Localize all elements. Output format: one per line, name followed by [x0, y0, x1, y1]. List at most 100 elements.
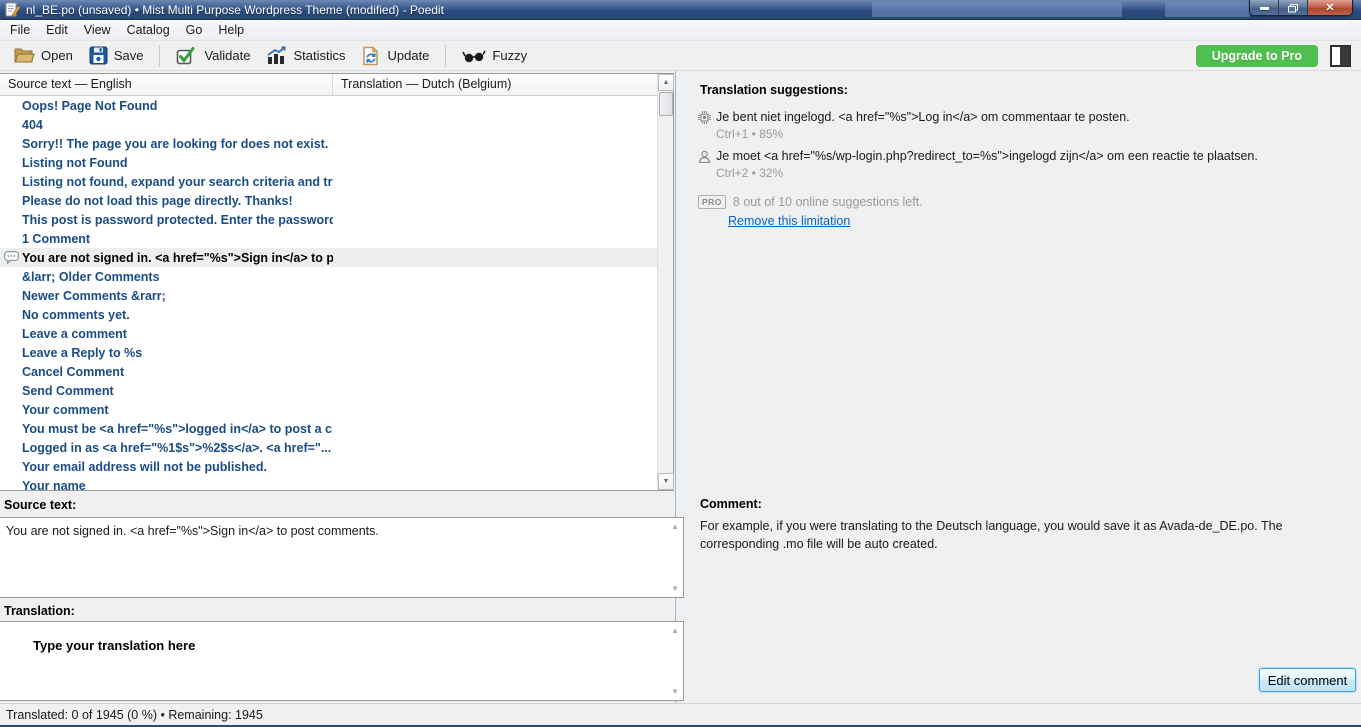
translation-input[interactable]: Type your translation here ▲ ▼ — [0, 621, 684, 701]
list-item[interactable]: Leave a comment — [0, 324, 657, 343]
source-text-cell: Please do not load this page directly. T… — [22, 194, 333, 208]
list-item[interactable]: 1 Comment — [0, 229, 657, 248]
scroll-up-icon[interactable]: ▲ — [658, 74, 674, 91]
open-folder-icon — [14, 46, 35, 65]
menu-catalog[interactable]: Catalog — [119, 21, 178, 39]
upgrade-to-pro-button[interactable]: Upgrade to Pro — [1196, 45, 1318, 67]
restore-icon — [1288, 4, 1298, 13]
statistics-chart-icon — [266, 46, 287, 65]
list-item[interactable]: This post is password protected. Enter t… — [0, 210, 657, 229]
source-text-cell: You must be <a href="%s">logged in</a> t… — [22, 422, 333, 436]
source-text-cell: Your comment — [22, 403, 333, 417]
list-item[interactable]: Cancel Comment — [0, 362, 657, 381]
list-item[interactable]: Your name — [0, 476, 657, 490]
suggestion-item[interactable]: Je bent niet ingelogd. <a href="%s">Log … — [698, 110, 1349, 141]
toolbar-separator — [445, 45, 446, 67]
translation-placeholder: Type your translation here — [0, 622, 683, 653]
menu-file[interactable]: File — [2, 21, 38, 39]
column-header-source[interactable]: Source text — English — [0, 74, 333, 95]
menu-help[interactable]: Help — [210, 21, 252, 39]
tool-bar: Open Save Validate Statistics — [0, 41, 1361, 71]
sidebar-panel: Translation suggestions: Je bent niet in… — [676, 71, 1361, 703]
remove-limitation-link[interactable]: Remove this limitation — [728, 214, 850, 228]
statistics-button[interactable]: Statistics — [258, 43, 353, 68]
source-text-cell: Oops! Page Not Found — [22, 99, 333, 113]
source-text-cell: Newer Comments &rarr; — [22, 289, 333, 303]
list-header: Source text — English Translation — Dutc… — [0, 74, 657, 96]
list-item[interactable]: Oops! Page Not Found — [0, 96, 657, 115]
restore-button[interactable] — [1279, 0, 1308, 16]
comment-text: For example, if you were translating to … — [700, 517, 1352, 553]
scroll-up-icon[interactable]: ▲ — [671, 522, 679, 531]
source-text-cell: You are not signed in. <a href="%s">Sign… — [22, 251, 333, 265]
scrollbar-thumb[interactable] — [659, 92, 673, 116]
suggestion-shortcut: Ctrl+2 • 32% — [716, 166, 1349, 180]
list-item[interactable]: Send Comment — [0, 381, 657, 400]
list-item[interactable]: Logged in as <a href="%1$s">%2$s</a>. <a… — [0, 438, 657, 457]
status-bar: Translated: 0 of 1945 (0 %) • Remaining:… — [0, 703, 1361, 725]
menu-go[interactable]: Go — [178, 21, 211, 39]
toolbar-separator — [159, 45, 160, 67]
pro-limit-row: PRO 8 out of 10 online suggestions left. — [698, 195, 923, 209]
list-item[interactable]: Newer Comments &rarr; — [0, 286, 657, 305]
update-button[interactable]: Update — [353, 43, 437, 69]
scroll-down-icon[interactable]: ▼ — [671, 687, 679, 696]
validate-button[interactable]: Validate — [168, 43, 258, 69]
column-header-translation[interactable]: Translation — Dutch (Belgium) — [333, 74, 657, 95]
suggestion-item[interactable]: Je moet <a href="%s/wp-login.php?redirec… — [698, 149, 1349, 180]
source-text-cell: Cancel Comment — [22, 365, 333, 379]
pro-badge: PRO — [698, 195, 726, 209]
translation-label: Translation: — [4, 604, 75, 618]
sidebar-toggle-icon[interactable] — [1330, 45, 1351, 67]
list-item[interactable]: Please do not load this page directly. T… — [0, 191, 657, 210]
machine-translation-icon — [698, 111, 711, 127]
menu-view[interactable]: View — [76, 21, 119, 39]
background-window-artifact — [872, 2, 1122, 17]
update-refresh-icon — [361, 46, 381, 66]
save-button[interactable]: Save — [81, 43, 152, 68]
list-item[interactable]: Sorry!! The page you are looking for doe… — [0, 134, 657, 153]
minimize-button[interactable] — [1250, 0, 1279, 16]
list-item[interactable]: You are not signed in. <a href="%s">Sign… — [0, 248, 657, 267]
toolbar-right-group: Upgrade to Pro — [1196, 41, 1351, 71]
suggestion-text: Je bent niet ingelogd. <a href="%s">Log … — [716, 110, 1349, 124]
validate-check-icon — [176, 46, 198, 66]
fuzzy-button[interactable]: Fuzzy — [454, 45, 535, 67]
entry-list-panel: Source text — English Translation — Dutc… — [0, 73, 674, 491]
person-icon — [698, 150, 711, 166]
source-text-label: Source text: — [4, 498, 76, 512]
source-text-cell: Logged in as <a href="%1$s">%2$s</a>. <a… — [22, 441, 333, 455]
list-item[interactable]: Listing not Found — [0, 153, 657, 172]
list-item[interactable]: Listing not found, expand your search cr… — [0, 172, 657, 191]
fuzzy-glasses-icon — [462, 48, 486, 64]
background-window-artifact — [1165, 2, 1250, 17]
suggestion-shortcut: Ctrl+1 • 85% — [716, 127, 1349, 141]
list-item[interactable]: &larr; Older Comments — [0, 267, 657, 286]
menu-edit[interactable]: Edit — [38, 21, 76, 39]
source-text-box[interactable]: You are not signed in. <a href="%s">Sign… — [0, 517, 684, 598]
menu-bar: File Edit View Catalog Go Help — [0, 20, 1361, 41]
source-text-cell: Listing not Found — [22, 156, 333, 170]
source-text-cell: Sorry!! The page you are looking for doe… — [22, 137, 333, 151]
open-button[interactable]: Open — [6, 43, 81, 68]
list-scrollbar[interactable]: ▲ ▼ — [657, 74, 673, 490]
scroll-down-icon[interactable]: ▼ — [658, 473, 674, 490]
list-item[interactable]: Leave a Reply to %s — [0, 343, 657, 362]
source-text-cell: 404 — [22, 118, 333, 132]
list-item[interactable]: Your comment — [0, 400, 657, 419]
edit-comment-button[interactable]: Edit comment — [1259, 668, 1356, 692]
scroll-up-icon[interactable]: ▲ — [671, 626, 679, 635]
source-text-cell: Leave a comment — [22, 327, 333, 341]
source-text-cell: No comments yet. — [22, 308, 333, 322]
list-item[interactable]: You must be <a href="%s">logged in</a> t… — [0, 419, 657, 438]
close-button[interactable]: ✕ — [1308, 0, 1352, 16]
list-item[interactable]: No comments yet. — [0, 305, 657, 324]
list-item[interactable]: 404 — [0, 115, 657, 134]
scroll-down-icon[interactable]: ▼ — [671, 584, 679, 593]
suggestions-title: Translation suggestions: — [700, 83, 848, 97]
status-text: Translated: 0 of 1945 (0 %) • Remaining:… — [6, 708, 263, 722]
source-text-value: You are not signed in. <a href="%s">Sign… — [0, 518, 683, 538]
entry-list: Oops! Page Not Found 404 Sorry!! The page … — [0, 96, 657, 490]
list-item[interactable]: Your email address will not be published… — [0, 457, 657, 476]
source-text-cell: Leave a Reply to %s — [22, 346, 333, 360]
